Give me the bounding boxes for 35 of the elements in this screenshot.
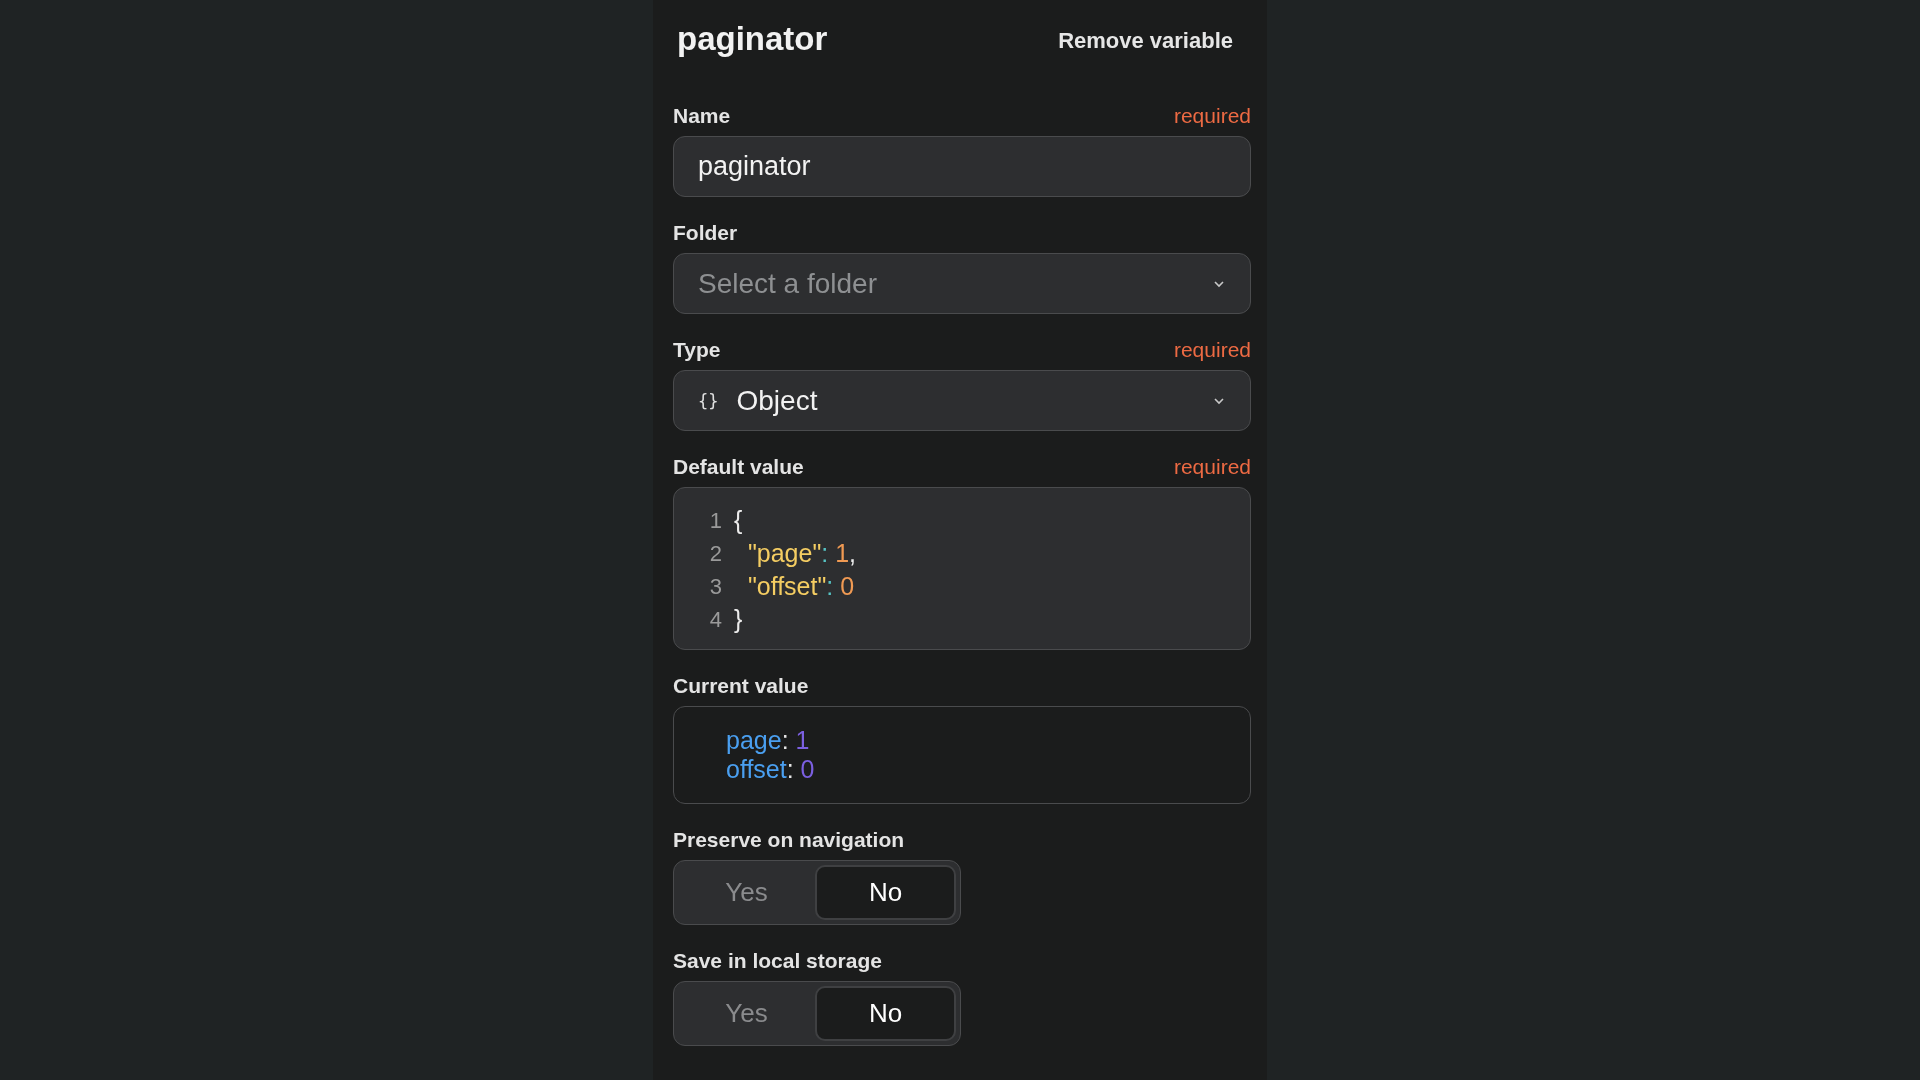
value-entry: page: 1 [726, 726, 811, 755]
line-number: 1 [708, 507, 722, 535]
field-label: Folder [673, 221, 738, 245]
remove-variable-button[interactable]: Remove variable [1058, 24, 1251, 54]
toggle-option[interactable]: Yes [678, 865, 815, 920]
name-field[interactable]: paginator [673, 136, 1251, 197]
select-value: Object [736, 384, 819, 417]
code-editor[interactable]: 1 { 2 "page": 1, 3 "offset": 0 4 } [673, 487, 1251, 650]
value-entry: offset: 0 [726, 755, 816, 784]
line-number: 2 [708, 540, 722, 568]
required-label: required [1173, 104, 1251, 128]
code-line: "offset": 0 [746, 571, 855, 602]
field-label: Default value [673, 455, 804, 479]
line-number: 3 [708, 573, 722, 601]
field-label: Type [673, 338, 721, 362]
select-field[interactable]: Select a folder [673, 253, 1251, 314]
code-line: "page": 1, [746, 538, 857, 569]
required-label: required [1173, 338, 1251, 362]
toggle-option[interactable]: No [815, 865, 956, 920]
required-label: required [1173, 455, 1251, 479]
toggle-option[interactable]: No [815, 986, 956, 1041]
toggle-option[interactable]: Yes [678, 986, 815, 1041]
select-placeholder: Select a folder [698, 267, 878, 300]
line-number: 4 [708, 606, 722, 634]
field-label: Preserve on navigation [673, 828, 905, 852]
code-line: } [734, 604, 743, 635]
chevron-down-icon [1212, 395, 1226, 406]
select-field[interactable]: {} Object [673, 370, 1251, 431]
field-label: Current value [673, 674, 809, 698]
chevron-down-icon [1212, 278, 1226, 289]
variable-title: paginator [677, 20, 828, 58]
field-label: Save in local storage [673, 949, 882, 973]
field-label: Name [673, 104, 731, 128]
code-line: { [734, 505, 743, 536]
braces-icon: {} [698, 390, 719, 411]
